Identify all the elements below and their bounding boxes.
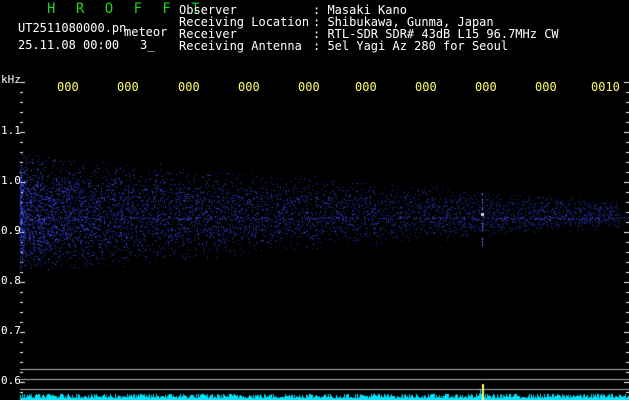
frequency-label: 1.0 [1, 174, 21, 187]
time-tick-label: 000 [355, 80, 377, 94]
time-tick-label: 0010 [591, 80, 620, 94]
info-row-antenna: Receiving Antenna : 5el Yagi Az 280 for S… [179, 40, 559, 52]
capture-datetime: 25.11.08 00:00 [18, 38, 120, 52]
time-tick-label: 000 [57, 80, 79, 94]
station-info: Observer: Masaki Kano Receiving Location… [179, 4, 559, 52]
file-name: UT2511080000.pn [18, 21, 127, 35]
spectrogram [0, 0, 629, 400]
frequency-label: 0.6 [1, 374, 21, 387]
info-label: Receiving Antenna [179, 39, 302, 53]
meteor-label: meteor [124, 25, 168, 39]
frequency-unit-label: kHz [1, 73, 21, 86]
meteor-count: 3_ [140, 38, 155, 52]
time-tick-label: 000 [475, 80, 497, 94]
time-tick-label: 000 [117, 80, 139, 94]
time-tick-label: 000 [238, 80, 260, 94]
info-value: : 5el Yagi Az 280 for Seoul [313, 39, 509, 53]
time-tick-label: 000 [535, 80, 557, 94]
frequency-label: 0.8 [1, 274, 21, 287]
time-tick-label: 000 [415, 80, 437, 94]
frequency-label: 1.1 [1, 124, 21, 137]
frequency-label: 0.9 [1, 224, 21, 237]
time-tick-label: 000 [298, 80, 320, 94]
time-tick-label: 000 [178, 80, 200, 94]
frequency-label: 0.7 [1, 324, 21, 337]
